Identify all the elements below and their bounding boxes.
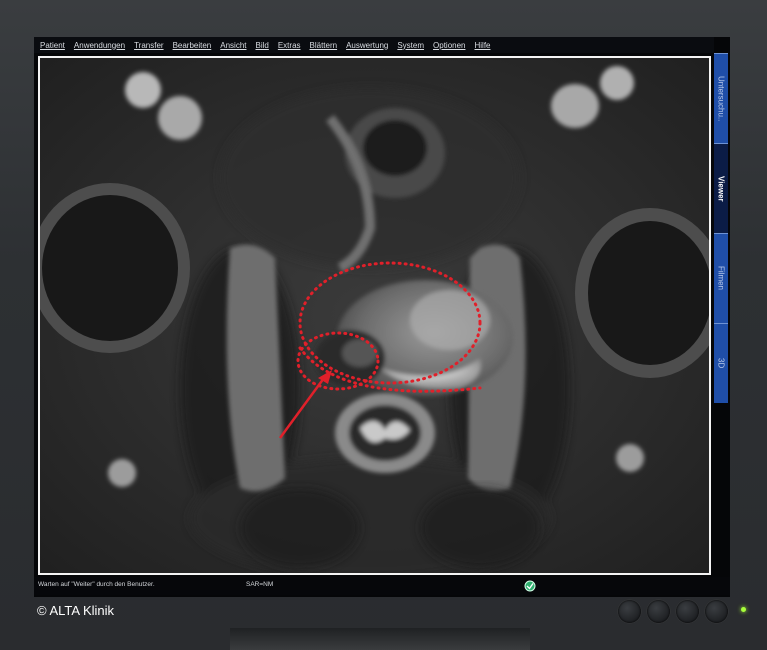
status-message: Warten auf "Weiter" durch den Benutzer.: [38, 581, 155, 588]
monitor-button-1[interactable]: [618, 600, 641, 623]
side-tab-bar: Untersuchu.. Viewer Filmen 3D: [714, 53, 728, 403]
monitor-bezel: Patient Anwendungen Transfer Bearbeiten …: [0, 0, 767, 650]
menu-blaettern[interactable]: Blättern: [310, 41, 338, 50]
menu-system[interactable]: System: [397, 41, 424, 50]
mri-image: [40, 58, 709, 573]
menu-extras[interactable]: Extras: [278, 41, 301, 50]
monitor-stand: [230, 628, 530, 650]
status-bar: Warten auf "Weiter" durch den Benutzer. …: [34, 577, 730, 595]
menu-bild[interactable]: Bild: [256, 41, 269, 50]
menu-auswertung[interactable]: Auswertung: [346, 41, 388, 50]
monitor-button-4[interactable]: [705, 600, 728, 623]
copyright-notice: © ALTA Klinik: [37, 603, 115, 618]
rectum: [335, 393, 435, 473]
menu-hilfe[interactable]: Hilfe: [474, 41, 490, 50]
tab-3d[interactable]: 3D: [714, 323, 728, 403]
menu-bar: Patient Anwendungen Transfer Bearbeiten …: [34, 37, 714, 53]
power-led: [741, 607, 746, 612]
tab-viewer[interactable]: Viewer: [714, 143, 728, 233]
tab-filmen[interactable]: Filmen: [714, 233, 728, 323]
menu-anwendungen[interactable]: Anwendungen: [74, 41, 125, 50]
status-indicator-icon[interactable]: [524, 580, 536, 592]
menu-ansicht[interactable]: Ansicht: [220, 41, 246, 50]
screen: Patient Anwendungen Transfer Bearbeiten …: [34, 37, 730, 597]
status-mode: SAR=NM: [246, 581, 274, 588]
menu-optionen[interactable]: Optionen: [433, 41, 465, 50]
menu-transfer[interactable]: Transfer: [134, 41, 164, 50]
menu-bearbeiten[interactable]: Bearbeiten: [173, 41, 212, 50]
tab-untersuchung[interactable]: Untersuchu..: [714, 53, 728, 143]
monitor-button-3[interactable]: [676, 600, 699, 623]
menu-patient[interactable]: Patient: [40, 41, 65, 50]
monitor-button-2[interactable]: [647, 600, 670, 623]
image-viewer[interactable]: [38, 56, 711, 575]
